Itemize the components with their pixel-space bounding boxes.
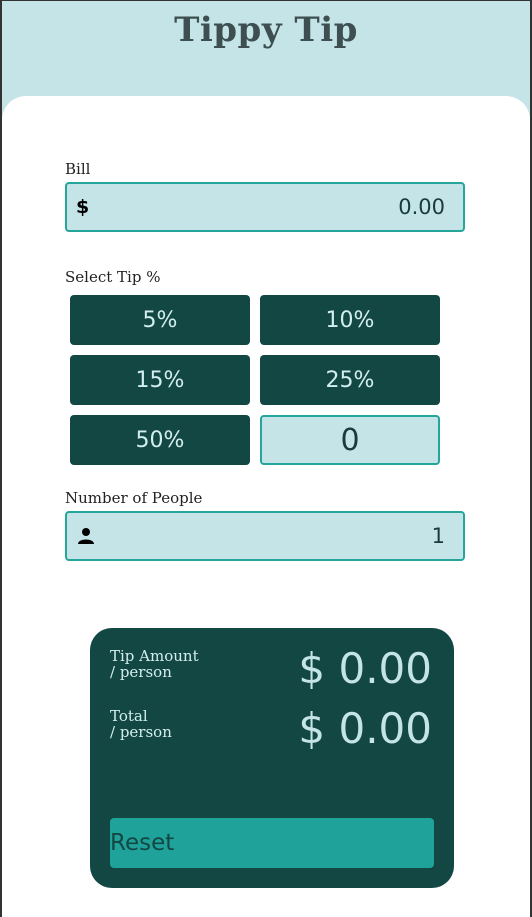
person-icon (77, 527, 95, 550)
tip-50-button[interactable]: 50% (70, 415, 250, 465)
people-input[interactable]: 1 (65, 511, 465, 561)
tip-25-button[interactable]: 25% (260, 355, 440, 405)
dollar-icon: $ (76, 196, 90, 218)
tip-15-button[interactable]: 15% (70, 355, 250, 405)
tip-amount-label-line2: / person (110, 663, 172, 681)
results-panel: Tip Amount / person $ 0.00 Total / perso… (90, 628, 454, 888)
bill-input[interactable]: $ 0.00 (65, 182, 465, 232)
total-value: $ 0.00 (298, 704, 432, 753)
total-label-line1: Total (110, 707, 148, 725)
tip-10-button[interactable]: 10% (260, 295, 440, 345)
tip-amount-label: Tip Amount / person (110, 648, 199, 680)
reset-button[interactable]: Reset (110, 818, 434, 868)
people-value: 1 (431, 524, 445, 548)
total-label-line2: / person (110, 723, 172, 741)
total-label: Total / person (110, 708, 172, 740)
select-tip-label: Select Tip % (65, 268, 161, 286)
bill-value: 0.00 (398, 195, 445, 219)
person-icon-svg (78, 528, 94, 544)
bill-label: Bill (65, 160, 91, 178)
tip-amount-label-line1: Tip Amount (110, 647, 199, 665)
people-label: Number of People (65, 489, 203, 507)
tip-5-button[interactable]: 5% (70, 295, 250, 345)
custom-tip-input[interactable]: 0 (260, 415, 440, 465)
tip-amount-value: $ 0.00 (298, 644, 432, 693)
app-title: Tippy Tip (174, 10, 358, 50)
